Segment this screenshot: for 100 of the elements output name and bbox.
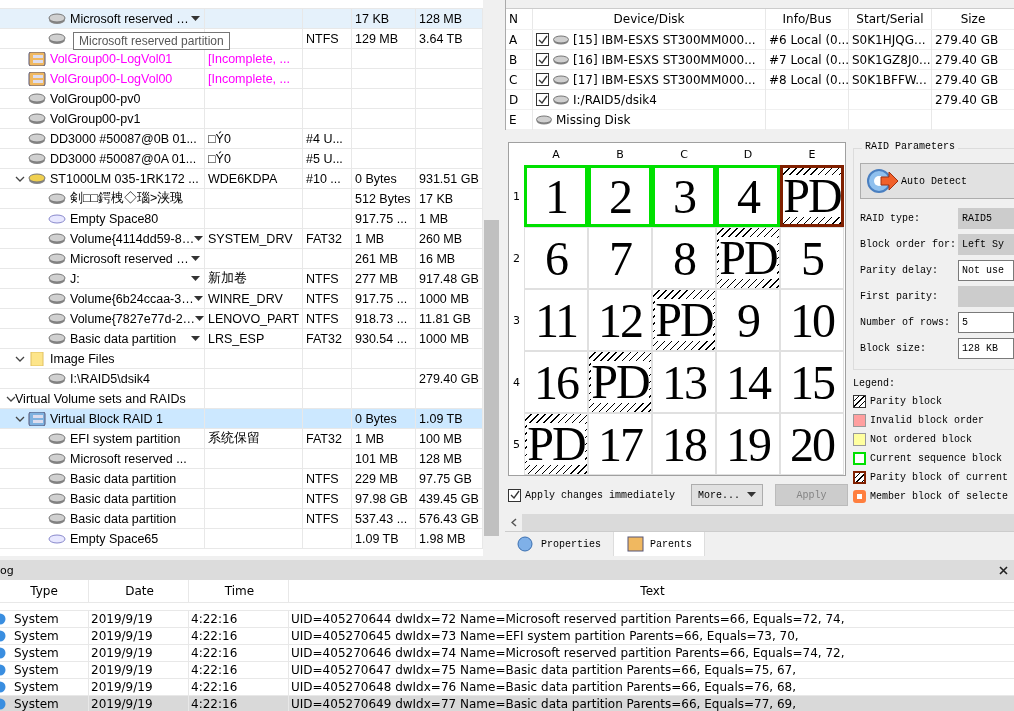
checkbox[interactable] — [508, 488, 521, 502]
log-row[interactable]: System 2019/9/19 4:22:16 UID=405270646 dwIdx=74 Name=Microsoft reserved partition Parents=66, Equals=74, 72, — [0, 645, 1014, 662]
tree-row[interactable]: DD3000 #50087@0A 01... □Ý0 #5 U... — [0, 149, 483, 169]
tree-row[interactable]: I:\RAID5\dsik4 279.40 GB — [0, 369, 483, 389]
tree-item-label[interactable]: DD3000 #50087@0B 01... — [50, 131, 197, 146]
data-block[interactable]: 2 — [588, 165, 652, 227]
data-block[interactable]: 17 — [588, 413, 652, 475]
tree-row[interactable]: J: 新加卷 NTFS 277 MB 917.48 GB — [0, 269, 483, 289]
tree-item-label[interactable]: EFI system partition — [70, 431, 181, 446]
tree-item-label[interactable]: Microsoft reserved … — [70, 251, 189, 266]
tree-item-label[interactable]: Empty Space65 — [70, 531, 159, 546]
caret-icon[interactable] — [191, 275, 200, 282]
tree-item-label[interactable]: Virtual Volume sets and RAIDs — [15, 391, 186, 406]
data-block[interactable]: 6 — [524, 227, 588, 289]
tree-item-label[interactable]: Basic data partition — [70, 471, 177, 486]
expand-chevron-icon[interactable] — [6, 394, 16, 403]
data-block[interactable]: 9 — [716, 289, 780, 351]
column-header[interactable]: Start/Serial — [849, 9, 932, 29]
log-row[interactable]: System 2019/9/19 4:22:16 UID=405270645 dwIdx=73 Name=EFI system partition Parents=66, Equals=73, 70, — [0, 628, 1014, 645]
log-row[interactable]: System 2019/9/19 4:22:16 UID=405270647 dwIdx=75 Name=Basic data partition Parents=66, Equals=75, 67, — [0, 662, 1014, 679]
expand-chevron-icon[interactable] — [15, 414, 25, 423]
tree-item-label[interactable]: VolGroup00-pv0 — [50, 91, 141, 106]
tree-item-label[interactable]: Volume{6b24ccaa-3… — [70, 291, 194, 306]
tree-item-label[interactable]: Image Files — [50, 351, 115, 366]
tree-item-label[interactable]: J: — [70, 271, 80, 286]
tree-row[interactable]: 剣□□鍔栧◇瑙>浃瑰 512 Bytes 17 KB — [0, 189, 483, 209]
tree-item-label[interactable]: Basic data partition — [70, 491, 177, 506]
data-block[interactable]: 14 — [716, 351, 780, 413]
caret-icon[interactable] — [191, 15, 200, 22]
tree-row[interactable]: Volume{6b24ccaa-3… WINRE_DRV NTFS 917.75 ... 1000 MB — [0, 289, 483, 309]
data-block[interactable]: 15 — [780, 351, 844, 413]
data-block[interactable]: 1 — [524, 165, 588, 227]
checkbox[interactable] — [536, 93, 549, 106]
column-header[interactable]: Text — [289, 580, 1014, 602]
column-header[interactable]: Type — [0, 580, 89, 602]
checkbox[interactable] — [536, 73, 549, 86]
parity-block[interactable]: PD — [588, 351, 652, 413]
input-field[interactable]: 128 KB — [958, 337, 1014, 359]
tree-row[interactable]: ST1000LM 035-1RK172 ... WDE6KDPA #10 ... 0 Bytes 931.51 GB — [0, 169, 483, 189]
tree-row[interactable]: Volume{4114dd59-8… SYSTEM_DRV FAT32 1 MB 260 MB — [0, 229, 483, 249]
tree-item-label[interactable]: I:\RAID5\dsik4 — [70, 371, 150, 386]
tree-item-label[interactable]: Basic data partition — [70, 511, 177, 526]
column-header[interactable]: Device/Disk — [533, 9, 766, 29]
tree-row[interactable]: Microsoft reserved … 261 MB 16 MB — [0, 249, 483, 269]
column-header[interactable]: Size — [932, 9, 1014, 29]
tab[interactable]: Parents — [614, 532, 706, 556]
tree-row[interactable]: Empty Space65 1.09 TB 1.98 MB — [0, 529, 483, 549]
log-row[interactable]: System 2019/9/19 4:22:16 UID=405270644 dwIdx=72 Name=Microsoft reserved partition Parents=66, Equals=72, 74, — [0, 611, 1014, 628]
expand-chevron-icon[interactable] — [15, 174, 25, 183]
tree-row[interactable]: Volume{7827e77d-2… LENOVO_PART NTFS 918.73 ... 11.81 GB — [0, 309, 483, 329]
scroll-left-icon[interactable] — [511, 518, 517, 528]
tree-item-label[interactable]: ST1000LM 035-1RK172 ... — [50, 171, 199, 186]
tree-row[interactable]: Image Files — [0, 349, 483, 369]
column-header[interactable]: N — [506, 9, 533, 29]
tree-item-label[interactable]: DD3000 #50087@0A 01... — [50, 151, 197, 166]
checkbox-label[interactable]: Apply changes immediately — [525, 489, 676, 501]
tree-item-label[interactable]: VolGroup00-pv1 — [50, 111, 141, 126]
caret-icon[interactable] — [191, 335, 200, 342]
tree-item-label[interactable]: Microsoft reserved … — [70, 11, 189, 26]
tree-item-label[interactable]: Volume{4114dd59-8… — [70, 231, 195, 246]
data-block[interactable]: 19 — [716, 413, 780, 475]
data-block[interactable]: 10 — [780, 289, 844, 351]
tree-row[interactable]: DD3000 #50087@0B 01... □Ý0 #4 U... — [0, 129, 483, 149]
tree-row[interactable]: Microsoft reserved … 17 KB 128 MB — [0, 9, 483, 29]
tree-item-label[interactable]: Empty Space80 — [70, 211, 159, 226]
tree-row[interactable]: Microsoft reserved ... 101 MB 128 MB — [0, 449, 483, 469]
tree-row[interactable]: Virtual Block RAID 1 0 Bytes 1.09 TB — [0, 409, 483, 429]
tree-row[interactable]: Basic data partition LRS_ESP FAT32 930.54 ... 1000 MB — [0, 329, 483, 349]
caret-icon[interactable] — [195, 315, 204, 322]
column-header[interactable]: Info/Bus — [766, 9, 849, 29]
input-field[interactable]: Not use — [958, 259, 1014, 281]
tree-row[interactable]: Empty Space80 917.75 ... 1 MB — [0, 209, 483, 229]
scrollbar[interactable] — [483, 0, 500, 556]
data-block[interactable]: 20 — [780, 413, 844, 475]
data-block[interactable]: 4 — [716, 165, 780, 227]
parity-block[interactable]: PD — [652, 289, 716, 351]
tree-row[interactable]: Basic data partition NTFS 537.43 ... 576.43 GB — [0, 509, 483, 529]
checkbox[interactable] — [536, 33, 549, 46]
caret-icon[interactable] — [193, 295, 203, 302]
tree-row[interactable]: VolGroup00-pv0 — [0, 89, 483, 109]
parity-block[interactable]: PD — [716, 227, 780, 289]
data-block[interactable]: 12 — [588, 289, 652, 351]
tree-item-label[interactable]: Volume{7827e77d-2… — [70, 311, 196, 326]
parity-block[interactable]: PD — [524, 413, 588, 475]
parity-block[interactable]: PD — [780, 165, 844, 227]
auto-detect-button[interactable]: Auto Detect — [860, 163, 1014, 199]
expand-chevron-icon[interactable] — [15, 354, 25, 363]
tree-item-label[interactable]: Virtual Block RAID 1 — [50, 411, 163, 426]
data-block[interactable]: 8 — [652, 227, 716, 289]
tree-item-label[interactable]: Microsoft reserved ... — [70, 451, 187, 466]
tree-row[interactable]: VolGroup00-pv1 — [0, 109, 483, 129]
checkbox[interactable] — [536, 53, 549, 66]
caret-icon[interactable] — [191, 255, 200, 262]
data-block[interactable]: 3 — [652, 165, 716, 227]
data-block[interactable]: 18 — [652, 413, 716, 475]
data-block[interactable]: 13 — [652, 351, 716, 413]
more-dropdown-button[interactable]: More... — [691, 484, 764, 506]
data-block[interactable]: 11 — [524, 289, 588, 351]
data-block[interactable]: 16 — [524, 351, 588, 413]
column-header[interactable]: Date — [89, 580, 189, 602]
